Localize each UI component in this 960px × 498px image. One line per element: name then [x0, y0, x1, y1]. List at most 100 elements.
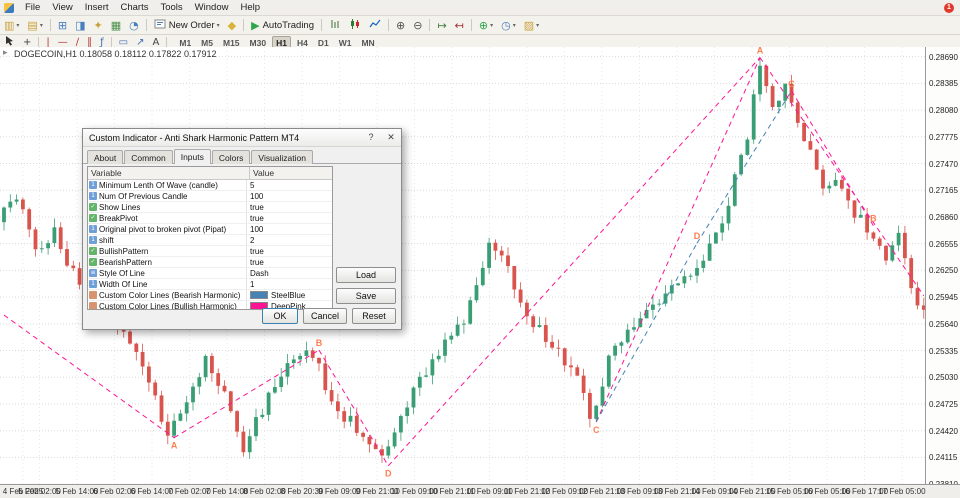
navigator-button[interactable]: ✦	[90, 17, 105, 34]
value-cell[interactable]: 1	[247, 280, 332, 289]
value-cell[interactable]: 5	[247, 181, 332, 190]
reset-button[interactable]: Reset	[352, 308, 396, 324]
input-row[interactable]: 1 Minimum Lenth Of Wave (candle) 5	[88, 180, 332, 191]
menu-help[interactable]: Help	[234, 0, 266, 15]
pattern-label-B2: B	[870, 214, 877, 224]
chart-symbol-label: DOGECOIN,H1 0.18058 0.18112 0.17822 0.17…	[14, 49, 217, 59]
line-chart-mode-icon	[369, 18, 381, 33]
indicators-button[interactable]: ⊕ ▾	[476, 17, 496, 34]
line-chart-mode-button[interactable]	[366, 17, 384, 34]
metaeditor-button[interactable]: ◆	[225, 17, 239, 34]
numeric-type-icon: 1	[89, 280, 97, 288]
value-text: 1	[250, 279, 255, 289]
value-cell[interactable]: 100	[247, 225, 332, 234]
mt4-window: File View Insert Charts Tools Window Help 1 ▥ ▾…	[0, 0, 960, 498]
timeframes-menu-caret-icon[interactable]: ▾	[513, 22, 516, 29]
price-axis[interactable]: 0.28690 0.28385 0.28080 0.27775 0.27470 0.271…	[925, 47, 960, 489]
one-click-trading-toggle[interactable]: ▸	[3, 48, 8, 58]
value-column-header: Value	[253, 168, 275, 178]
autotrading-button[interactable]: ▶ AutoTrading	[248, 17, 317, 34]
timeframes-menu-button[interactable]: ◷ ▾	[498, 17, 519, 34]
value-cell[interactable]: SteelBlue	[247, 291, 332, 300]
tab-visualization[interactable]: Visualization	[251, 150, 313, 164]
data-window-icon: ◨	[75, 18, 86, 32]
new-order-caret-icon[interactable]: ▾	[217, 22, 220, 29]
bar-chart-mode-button[interactable]	[326, 17, 344, 34]
toolbar-separator	[145, 19, 147, 31]
profiles-caret-icon[interactable]: ▾	[40, 22, 43, 29]
toolbar-separator	[243, 19, 245, 31]
input-row[interactable]: 1 Num Of Previous Candle 100	[88, 191, 332, 202]
ok-button[interactable]: OK	[262, 308, 298, 324]
autotrading-icon: ▶	[251, 18, 260, 32]
color-type-icon	[89, 291, 97, 299]
price-label: 0.25030	[929, 373, 958, 383]
menu-tools[interactable]: Tools	[154, 0, 188, 15]
input-row[interactable]: Custom Color Lines (Bearish Harmonic) Ste…	[88, 290, 332, 301]
cancel-button[interactable]: Cancel	[303, 308, 347, 324]
tab-about[interactable]: About	[87, 150, 124, 164]
notification-badge[interactable]: 1	[944, 2, 954, 13]
chart-shift-icon: ↤	[454, 18, 464, 32]
value-text: 5	[250, 180, 255, 190]
value-cell[interactable]: true	[247, 203, 332, 212]
indicators-caret-icon[interactable]: ▾	[490, 22, 493, 29]
menu-view[interactable]: View	[46, 0, 78, 15]
input-row[interactable]: ✓ Show Lines true	[88, 202, 332, 213]
strategy-tester-icon: ◔	[129, 18, 139, 32]
strategy-tester-button[interactable]: ◔	[126, 17, 142, 34]
market-watch-button[interactable]: ⊞	[55, 17, 70, 34]
time-label: 7 Feb 02:00	[168, 487, 211, 496]
variable-cell: Custom Color Lines (Bullish Harmonic)	[88, 301, 247, 309]
time-label: 6 Feb 14:00	[130, 487, 174, 496]
zoom-in-icon: ⊕	[396, 18, 406, 32]
new-chart-button[interactable]: ▥ ▾	[1, 17, 22, 34]
input-row[interactable]: 1 shift 2	[88, 235, 332, 246]
auto-scroll-button[interactable]: ↦	[434, 17, 449, 34]
input-row[interactable]: ✓ BullishPattern true	[88, 246, 332, 257]
menu-insert[interactable]: Insert	[79, 0, 115, 15]
new-chart-caret-icon[interactable]: ▾	[16, 22, 19, 29]
zoom-in-button[interactable]: ⊕	[393, 17, 408, 34]
value-cell[interactable]: Dash	[247, 269, 332, 278]
input-row[interactable]: 1 Original pivot to broken pivot (Pipat) 1…	[88, 224, 332, 235]
profiles-button[interactable]: ▤ ▾	[24, 17, 45, 34]
dialog-help-button[interactable]: ?	[361, 129, 381, 146]
menu-file[interactable]: File	[19, 0, 46, 15]
menu-charts[interactable]: Charts	[115, 0, 155, 15]
input-row[interactable]: ✓ BreakPivot true	[88, 213, 332, 224]
menu-window[interactable]: Window	[189, 0, 235, 15]
price-label: 0.25335	[929, 346, 958, 356]
tab-common[interactable]: Common	[124, 150, 173, 164]
price-label: 0.28690	[929, 52, 958, 62]
value-cell[interactable]: 2	[247, 236, 332, 245]
indicator-properties-dialog: Custom Indicator - Anti Shark Harmonic P…	[82, 128, 402, 330]
tab-inputs[interactable]: Inputs	[173, 149, 211, 164]
load-button[interactable]: Load	[336, 267, 396, 283]
templates-caret-icon[interactable]: ▾	[536, 22, 539, 29]
templates-button[interactable]: ▨ ▾	[521, 17, 542, 34]
time-axis[interactable]: 4 Feb 2025 5 Feb 02:00 5 Feb 14:00 6 Feb 02…	[0, 484, 960, 498]
zoom-out-button[interactable]: ⊖	[410, 17, 425, 34]
input-row[interactable]: ≡ Style Of Line Dash	[88, 268, 332, 279]
chart-shift-button[interactable]: ↤	[452, 17, 467, 34]
value-cell[interactable]: true	[247, 214, 332, 223]
candlestick-mode-button[interactable]	[346, 17, 364, 34]
new-order-button[interactable]: New Order ▾	[151, 17, 223, 34]
inputs-table[interactable]: Variable Value 1 Minimum Lenth Of Wave (c…	[87, 166, 333, 310]
input-row[interactable]: 1 Width Of Line 1	[88, 279, 332, 290]
value-cell[interactable]: true	[247, 247, 332, 256]
value-cell[interactable]: 100	[247, 192, 332, 201]
save-button[interactable]: Save	[336, 288, 396, 304]
value-cell[interactable]: true	[247, 258, 332, 267]
variable-cell: ✓ BreakPivot	[88, 213, 247, 223]
dialog-close-button[interactable]: ✕	[381, 129, 401, 146]
input-row[interactable]: ✓ BearishPattern true	[88, 257, 332, 268]
price-label: 0.26250	[929, 266, 958, 276]
data-window-button[interactable]: ◨	[72, 17, 88, 34]
time-label: 8 Feb 02:00	[243, 487, 286, 496]
variable-name: BreakPivot	[99, 213, 138, 223]
dialog-title-bar[interactable]: Custom Indicator - Anti Shark Harmonic P…	[83, 129, 401, 147]
terminal-button[interactable]: ▦	[108, 17, 124, 34]
tab-colors[interactable]: Colors	[211, 150, 251, 164]
